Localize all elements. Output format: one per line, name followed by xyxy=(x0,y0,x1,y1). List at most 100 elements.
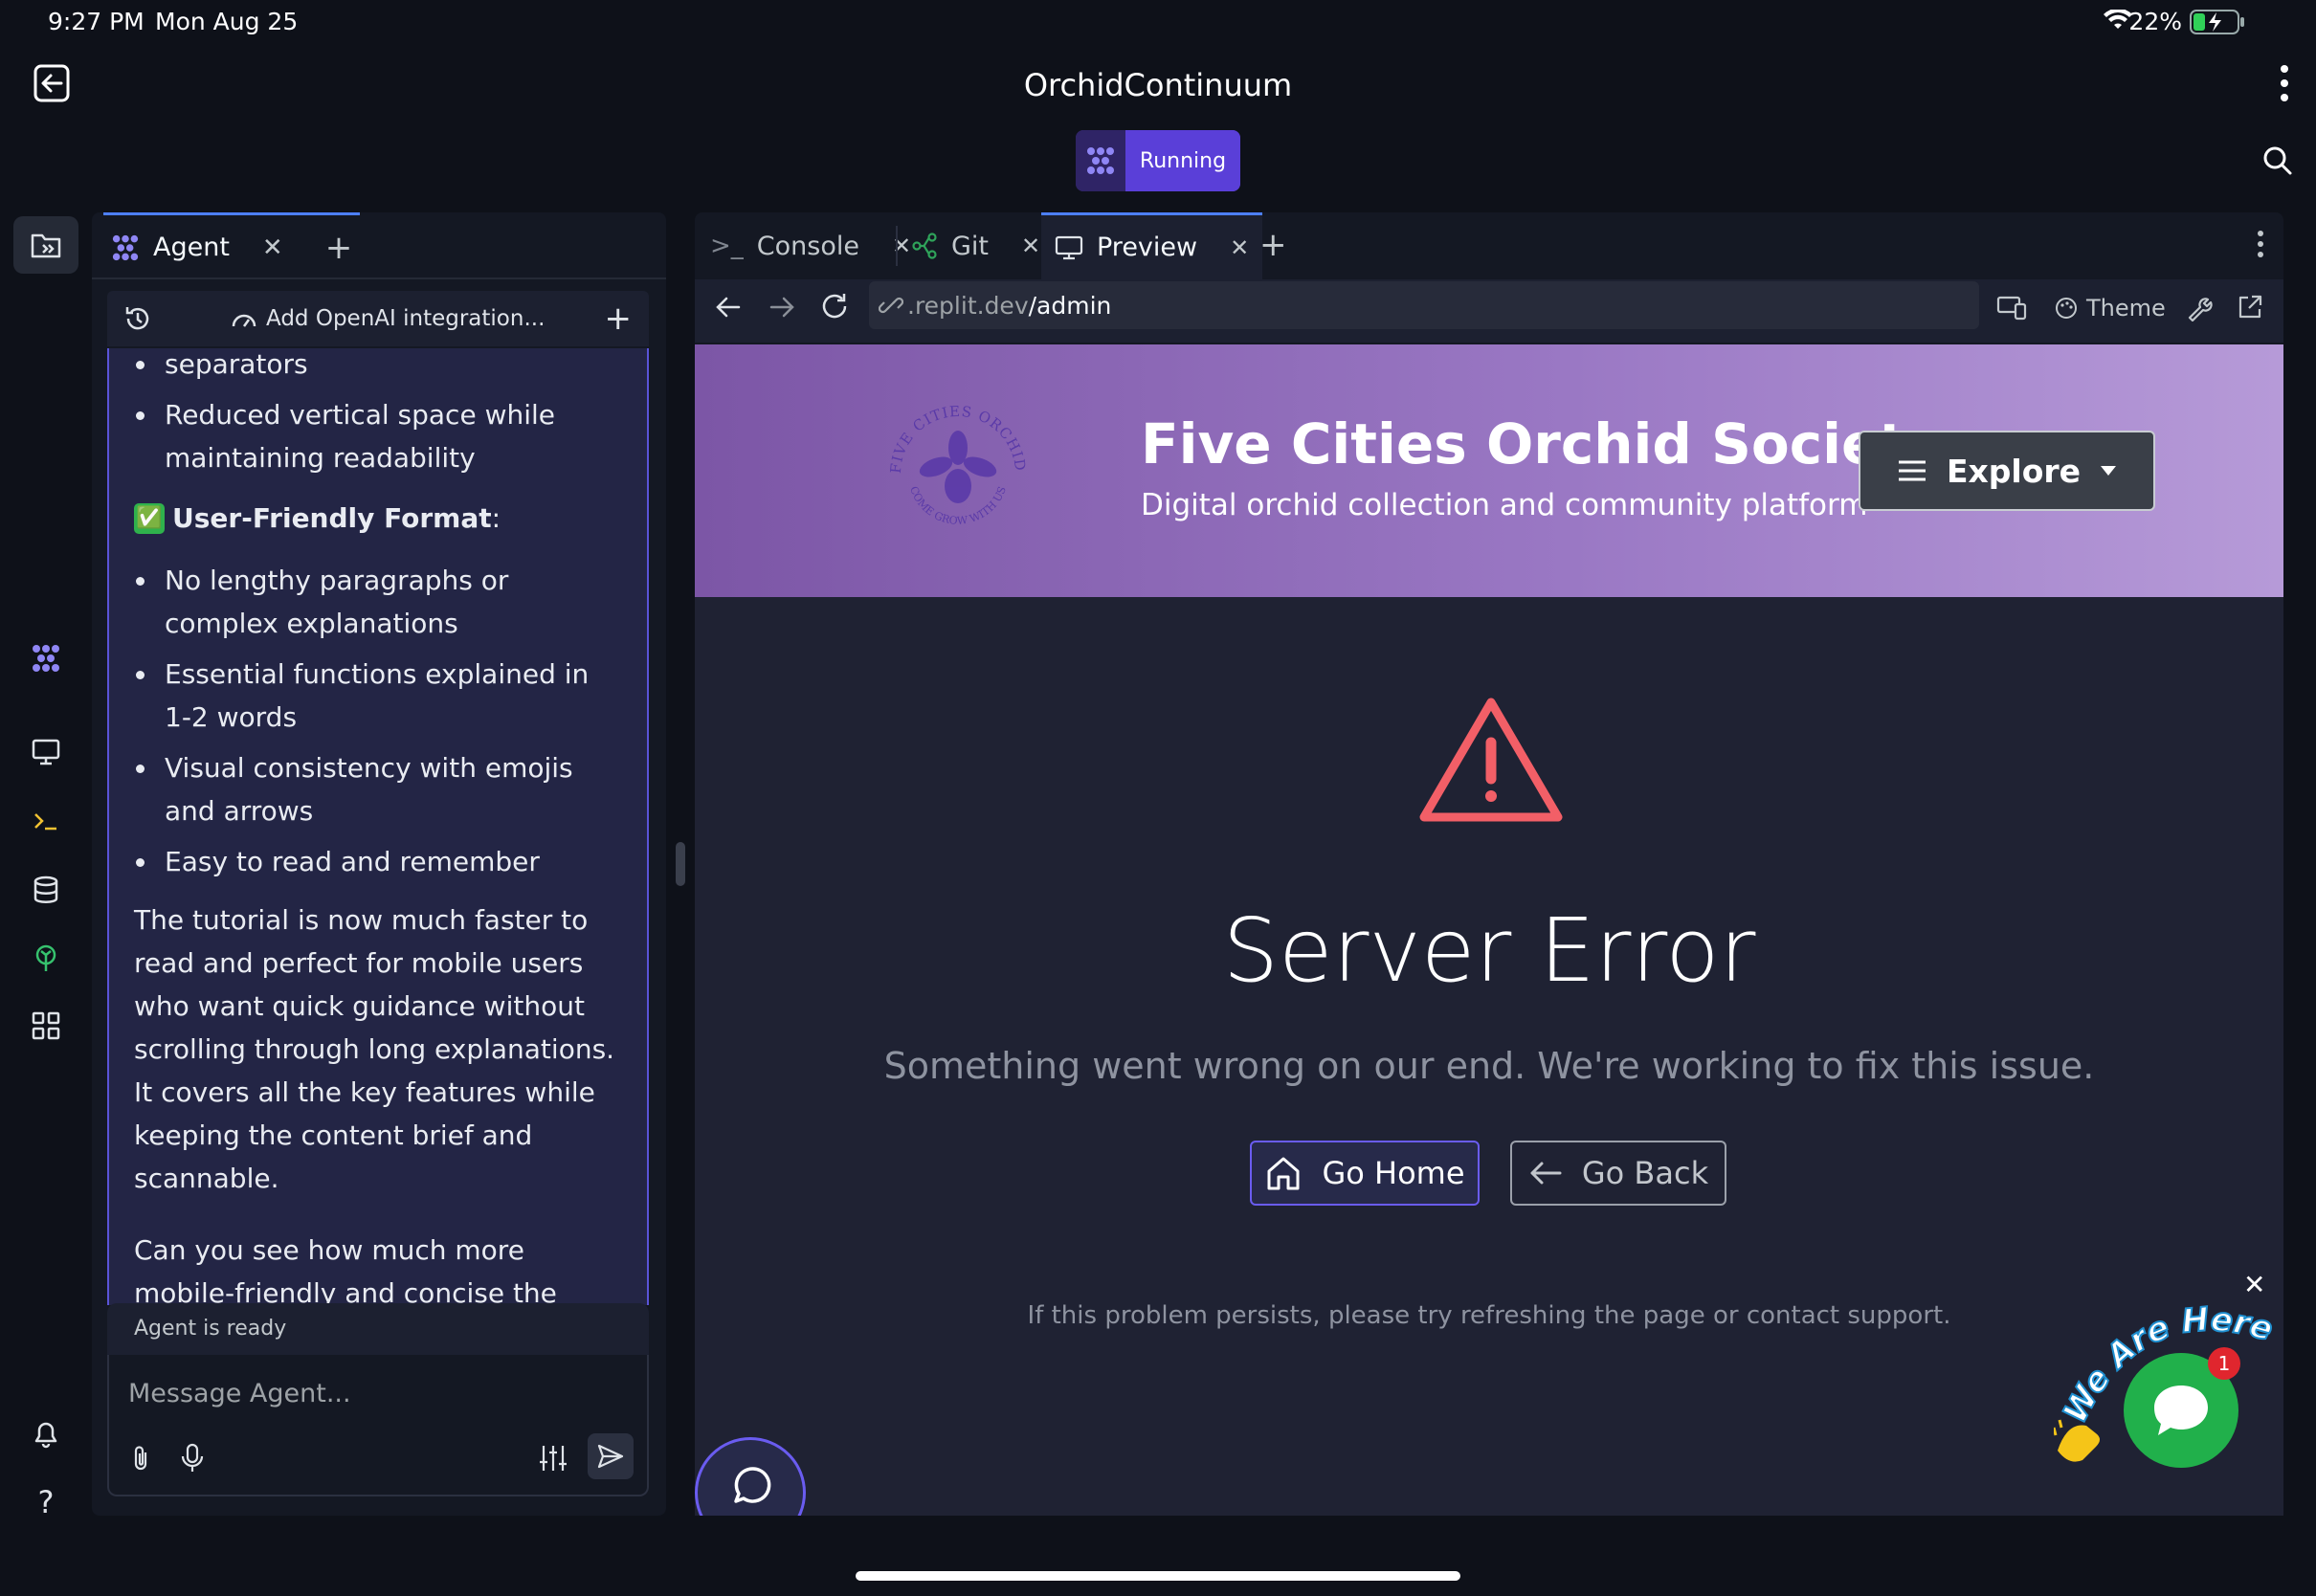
rail-apps-grid-icon[interactable] xyxy=(13,997,78,1054)
preview-panel: >_ Console ✕ Git ✕ Preview ✕ + .replit.d… xyxy=(695,212,2283,1516)
run-status-button[interactable]: Running xyxy=(1076,130,1240,191)
forward-arrow-icon[interactable] xyxy=(768,293,796,321)
tab-console[interactable]: >_ Console ✕ xyxy=(710,212,911,279)
site-title: Five Cities Orchid Society xyxy=(1141,411,1942,477)
warning-triangle-icon xyxy=(1416,693,1566,827)
rail-deploy-icon[interactable] xyxy=(13,930,78,987)
search-icon[interactable] xyxy=(2262,145,2293,176)
preview-viewport: FIVE CITIES ORCHID SOCIETY COME GROW WIT… xyxy=(695,344,2283,1516)
message-input[interactable] xyxy=(128,1372,626,1414)
agent-status: Agent is ready xyxy=(107,1303,649,1355)
message-paragraph: Can you see how much more mobile-friendl… xyxy=(134,1234,557,1305)
close-tab-icon[interactable]: ✕ xyxy=(262,233,283,262)
divider xyxy=(896,226,898,266)
panel-resize-handle[interactable] xyxy=(676,842,685,886)
tab-preview[interactable]: Preview ✕ xyxy=(1041,212,1263,279)
url-path: /admin xyxy=(1028,291,1112,320)
url-host: .replit.dev xyxy=(907,291,1029,320)
notification-badge: 1 xyxy=(2208,1347,2240,1380)
heading-text: User-Friendly Format xyxy=(172,502,492,534)
add-tab-icon[interactable]: + xyxy=(325,229,353,267)
add-tab-icon[interactable]: + xyxy=(1259,226,1287,264)
message-composer xyxy=(107,1355,649,1496)
devices-icon[interactable] xyxy=(1996,295,2027,321)
go-back-button[interactable]: Go Back xyxy=(1510,1141,1726,1206)
error-footer-note: If this problem persists, please try ref… xyxy=(1027,1301,1951,1330)
list-item: separators xyxy=(134,348,622,386)
terminal-icon: >_ xyxy=(710,232,744,260)
chat-bubble-button[interactable] xyxy=(695,1437,806,1516)
agent-logo-icon xyxy=(111,233,140,262)
explore-label: Explore xyxy=(1946,452,2082,490)
site-subtitle: Digital orchid collection and community … xyxy=(1141,488,1868,522)
tab-git-label: Git xyxy=(951,231,990,261)
home-icon xyxy=(1264,1154,1303,1192)
more-vertical-icon[interactable] xyxy=(2278,63,2291,103)
tab-console-label: Console xyxy=(756,231,859,261)
menu-icon xyxy=(1897,458,1927,483)
thread-title[interactable]: Add OpenAI integration... xyxy=(266,306,545,331)
microphone-icon[interactable] xyxy=(180,1443,205,1474)
message-paragraph: The tutorial is now much faster to read … xyxy=(134,904,615,1194)
close-tab-icon[interactable]: ✕ xyxy=(1021,233,1040,259)
divider xyxy=(92,277,666,279)
speedometer-icon xyxy=(230,307,258,330)
run-status-label: Running xyxy=(1125,130,1240,191)
list-item: Essential functions explained in 1-2 wor… xyxy=(134,653,622,739)
live-chat-button[interactable]: 1 xyxy=(2124,1347,2240,1468)
status-date: Mon Aug 25 xyxy=(155,8,299,35)
theme-button[interactable]: Theme xyxy=(2054,295,2166,321)
checkmark-emoji-icon: ✅ xyxy=(134,502,165,534)
list-item: Visual consistency with emojis and arrow… xyxy=(134,746,622,832)
section-heading: ✅ User-Friendly Format: xyxy=(134,497,622,540)
open-external-icon[interactable] xyxy=(2236,293,2264,321)
back-arrow-icon[interactable] xyxy=(714,293,743,321)
wrench-icon[interactable] xyxy=(2186,293,2215,321)
refresh-icon[interactable] xyxy=(819,291,850,321)
waving-hand-icon xyxy=(2054,1419,2100,1462)
close-tab-icon[interactable]: ✕ xyxy=(892,233,911,259)
new-thread-icon[interactable]: + xyxy=(605,299,633,338)
chat-messages: separators Reduced vertical space while … xyxy=(107,348,649,1305)
rail-preview-icon[interactable] xyxy=(13,723,78,781)
git-icon xyxy=(911,233,938,259)
attach-icon[interactable] xyxy=(128,1443,153,1474)
status-time: 9:27 PM xyxy=(48,8,145,35)
link-icon xyxy=(879,293,903,318)
send-icon[interactable] xyxy=(588,1433,634,1479)
error-message: Something went wrong on our end. We're w… xyxy=(883,1045,2095,1087)
explore-button[interactable]: Explore xyxy=(1859,431,2155,511)
tab-git[interactable]: Git ✕ xyxy=(911,212,1040,279)
arrow-left-icon xyxy=(1528,1159,1563,1187)
agent-panel: Agent ✕ + Add OpenAI integration... + se… xyxy=(92,212,666,1516)
society-logo: FIVE CITIES ORCHID SOCIETY COME GROW WIT… xyxy=(877,392,1039,555)
go-home-button[interactable]: Go Home xyxy=(1250,1141,1480,1206)
rail-agent-icon[interactable] xyxy=(13,630,78,687)
list-item: Reduced vertical space while maintaining… xyxy=(134,393,622,479)
rail-database-icon[interactable] xyxy=(13,861,78,919)
history-icon[interactable] xyxy=(122,303,153,334)
tab-preview-label: Preview xyxy=(1097,233,1198,262)
caret-down-icon xyxy=(2100,465,2117,477)
list-item: Easy to read and remember xyxy=(134,840,622,883)
home-indicator[interactable] xyxy=(856,1571,1460,1581)
thread-bar: Add OpenAI integration... + xyxy=(107,291,649,346)
rail-help-icon[interactable]: ? xyxy=(13,1474,78,1531)
more-vertical-icon[interactable] xyxy=(2257,230,2264,258)
monitor-icon xyxy=(1055,234,1083,261)
battery-icon xyxy=(2190,10,2247,34)
go-back-label: Go Back xyxy=(1581,1155,1709,1191)
app-title: OrchidContinuum xyxy=(1023,67,1293,103)
files-toggle-button[interactable] xyxy=(13,216,78,274)
close-tab-icon[interactable]: ✕ xyxy=(1230,234,1249,261)
rail-console-icon[interactable] xyxy=(13,792,78,850)
go-home-label: Go Home xyxy=(1322,1155,1465,1191)
tab-agent-label: Agent xyxy=(153,233,230,262)
rail-notifications-icon[interactable] xyxy=(13,1405,78,1462)
tab-agent[interactable]: Agent ✕ + xyxy=(103,212,361,279)
theme-label: Theme xyxy=(2086,295,2166,321)
url-bar[interactable]: .replit.dev/admin xyxy=(869,281,1979,329)
heading-colon: : xyxy=(491,502,501,534)
site-header: FIVE CITIES ORCHID SOCIETY COME GROW WIT… xyxy=(695,344,2283,597)
settings-sliders-icon[interactable] xyxy=(538,1443,568,1474)
